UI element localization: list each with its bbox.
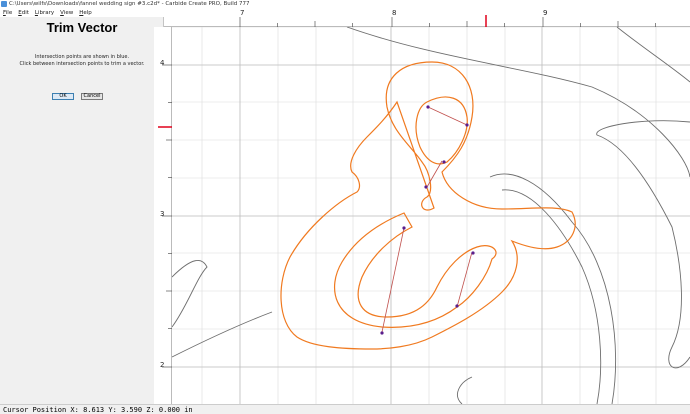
grid-lines [172,27,690,404]
intersection-point [380,331,384,335]
instruction-line-2: Click between intersection points to tri… [19,61,145,67]
ruler-y-label: 4 [160,59,165,67]
ruler-y-label: 3 [160,210,165,218]
cancel-button[interactable]: Cancel [81,93,103,100]
design-canvas[interactable] [172,27,690,404]
outer-circle-arc-right [616,27,690,83]
left-lower-arc [172,311,273,358]
title-bar: C:\Users\wilfs\Downloads\fannel wedding … [0,0,690,9]
status-bar: Cursor Position X: 8.613 Y: 3.590 Z: 0.0… [0,404,690,414]
ruler-x-label: 8 [392,9,397,17]
ampersand-vector [280,61,576,350]
trim-vector-panel: Trim Vector Intersection points are show… [0,17,164,404]
intersection-point [442,160,446,164]
menu-file[interactable]: File [0,9,15,17]
window-title: C:\Users\wilfs\Downloads\fannel wedding … [9,1,250,7]
horizontal-ruler: 7 8 9 [164,9,690,27]
menu-bar: File Edit Library View Help [0,9,168,17]
intersection-point [455,304,459,308]
ok-button[interactable]: OK [52,93,74,100]
ruler-y-label: 2 [160,361,165,369]
intersection-point [471,251,475,255]
inner-circle-arc-inner [501,189,602,404]
menu-edit[interactable]: Edit [15,9,32,17]
canvas-drawing[interactable] [172,27,690,404]
ruler-x-label: 9 [543,9,548,17]
grid-major-lines [172,27,690,404]
cursor-position: Cursor Position X: 8.613 Y: 3.590 Z: 0.0… [3,406,193,414]
intersection-point [465,123,469,127]
app-icon [1,1,7,7]
menu-view[interactable]: View [57,9,76,17]
trim-segments [381,106,473,333]
intersection-point [426,105,430,109]
ruler-x-label: 7 [240,9,245,17]
menu-library[interactable]: Library [32,9,57,17]
unselected-vectors [172,27,690,404]
panel-title: Trim Vector [46,20,118,35]
intersection-point [402,226,406,230]
ampersand-inner-top [415,96,468,165]
right-letter [596,120,690,369]
bottom-arc [457,376,473,404]
instruction-line-1: Intersection points are shown in blue. [34,54,130,60]
menu-help[interactable]: Help [76,9,95,17]
ampersand-outer [280,61,576,350]
ampersand-inner-bottom [334,212,497,328]
intersection-point [424,185,428,189]
vertical-ruler: 4 3 2 [154,27,172,404]
